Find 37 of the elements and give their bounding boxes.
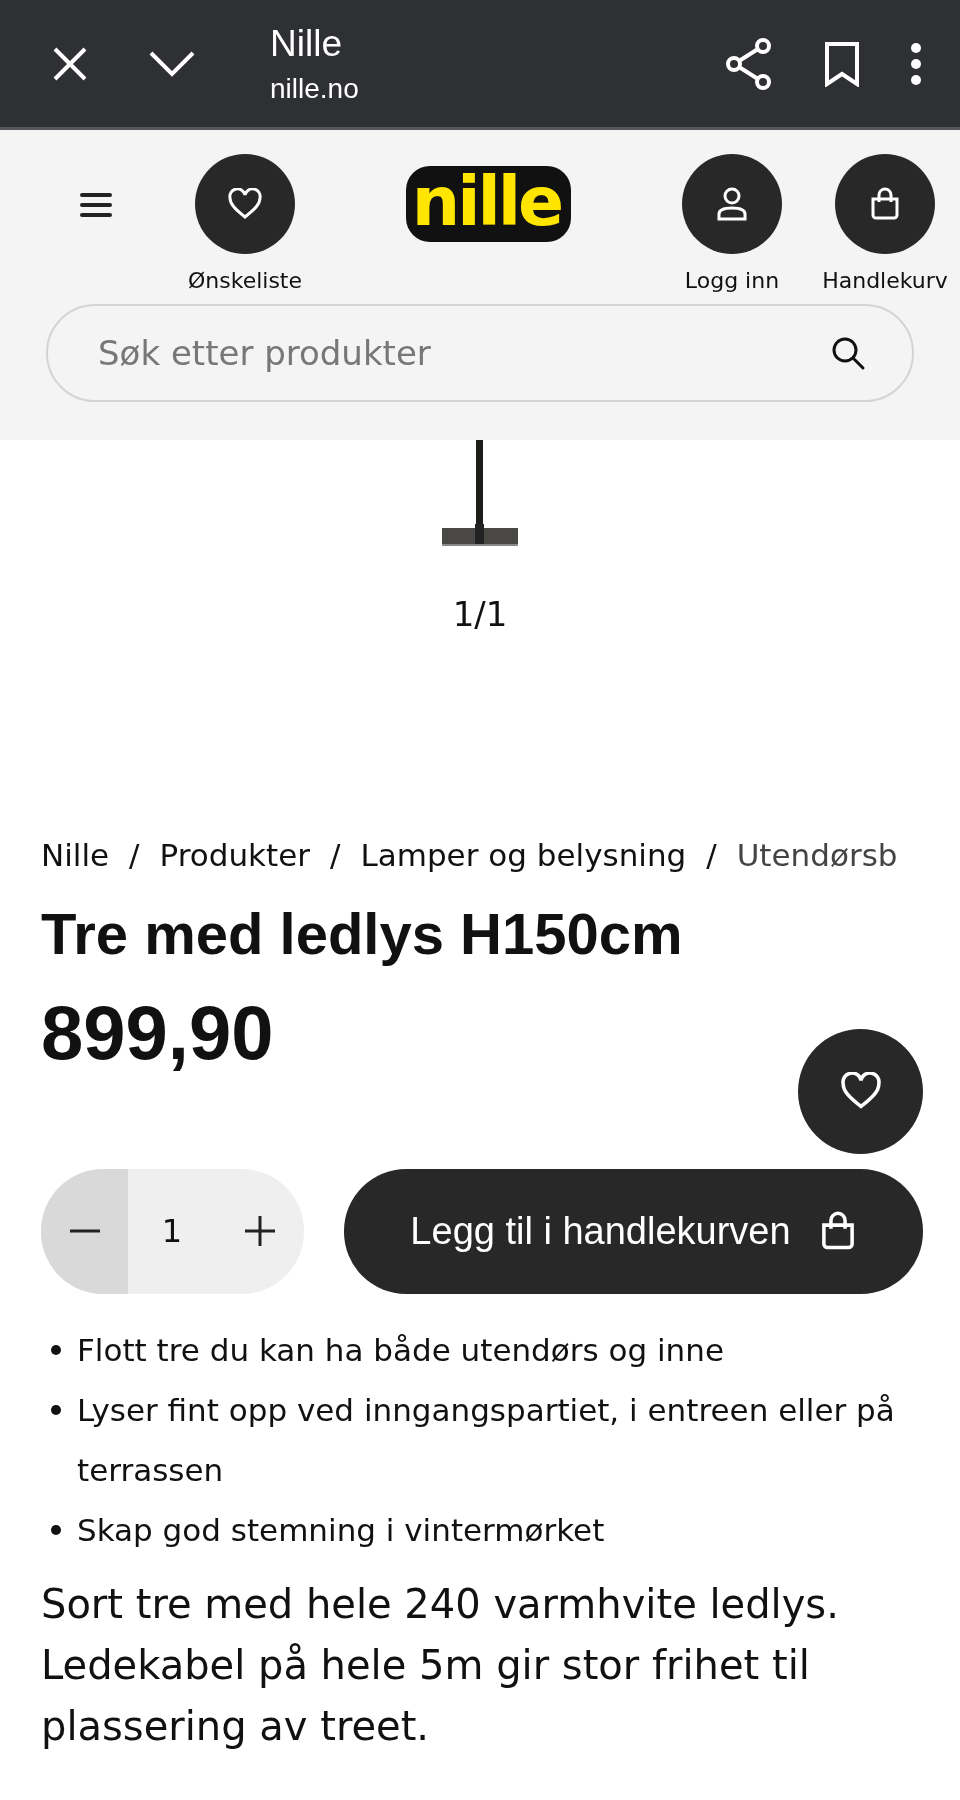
breadcrumb-separator: / [706,837,717,873]
product-price: 899,90 [41,988,274,1076]
nille-logo[interactable]: nille [405,166,572,242]
heart-icon [838,1072,883,1111]
breadcrumb-separator: / [129,837,140,873]
breadcrumb-link[interactable]: Lamper og belysning [360,837,687,873]
bullet-icon [51,1404,61,1415]
product-description: Sort tre med hele 240 varmhvite ledlys. Ledekabel på hele 5m gir stor frihet til plassering av treet. [41,1579,840,1751]
image-counter: 1/1 [452,594,508,634]
bookmark-icon[interactable] [824,40,860,87]
action-label[interactable]: Ønskeliste [187,268,303,293]
bullet-icon [51,1344,61,1355]
add-to-cart-button[interactable]: Legg til i handlekurven [344,1168,923,1294]
person-icon [716,186,748,222]
menu-icon[interactable] [80,192,112,218]
product-title: Tre med ledlys H150cm [41,900,684,968]
page-title: Nille [270,22,343,65]
more-icon[interactable] [910,41,922,86]
search-icon[interactable] [830,335,866,371]
plus-icon [245,1216,275,1247]
quantity-value[interactable]: 1 [128,1212,216,1251]
shopping-bag-icon [869,187,901,221]
minus-icon [69,1229,100,1234]
action-label[interactable]: Handlekurv [822,268,948,293]
heart-icon [227,188,263,220]
feature-text: Lyser fint opp ved inngangspartiet, i entreen eller på terrassen [77,1390,896,1490]
breadcrumb-link[interactable]: Utendørsb [736,837,898,873]
feature-text: Skap god stemning i vintermørket [77,1510,605,1550]
feature-text: Flott tre du kan ha både utendørs og inne [77,1330,724,1370]
page-url: nille.no [270,72,360,105]
breadcrumb-link[interactable]: Produkter [159,837,310,873]
bullet-icon [51,1524,61,1535]
search-field[interactable]: Søk etter produkter [46,304,914,402]
share-icon[interactable] [724,36,774,91]
breadcrumb-separator: / [330,837,341,873]
breadcrumb-link[interactable]: Nille [41,837,110,873]
action-label[interactable]: Logg inn [684,268,780,293]
